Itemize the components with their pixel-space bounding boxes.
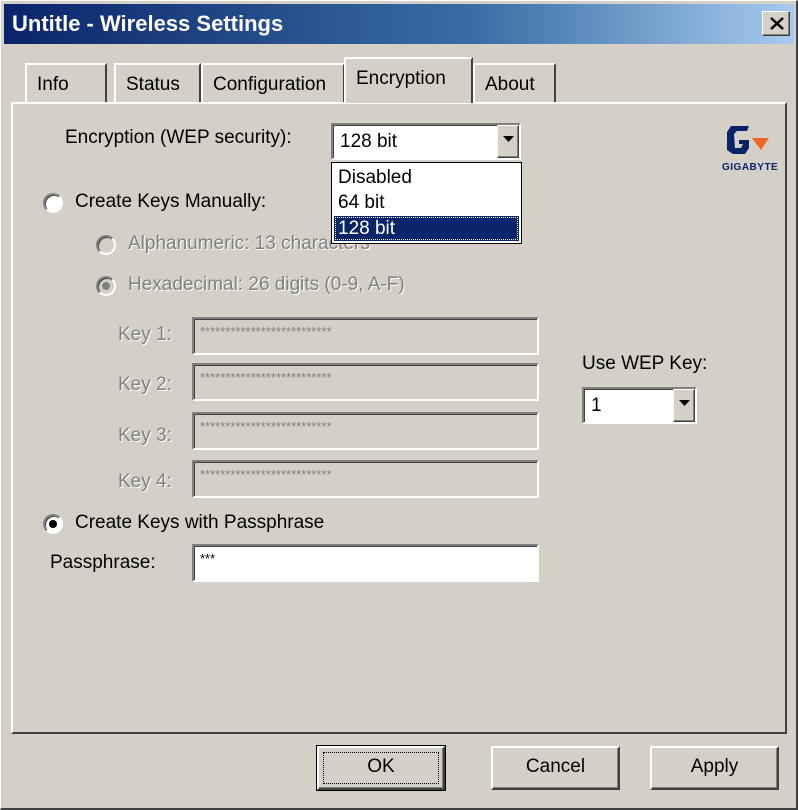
window-title: Untitle - Wireless Settings (12, 11, 284, 36)
close-button[interactable] (762, 11, 790, 36)
option-128-bit[interactable]: 128 bit (334, 216, 519, 241)
tab-status-label: Status (126, 74, 180, 95)
encryption-options-list: Disabled 64 bit 128 bit (331, 162, 522, 244)
wireless-settings-window: Untitle - Wireless Settings Info Status … (0, 0, 798, 810)
tab-info[interactable]: Info (25, 63, 107, 103)
title-bar[interactable]: Untitle - Wireless Settings (4, 4, 794, 44)
ok-button[interactable]: OK (316, 745, 446, 791)
option-disabled[interactable]: Disabled (334, 165, 519, 190)
close-icon (770, 17, 784, 30)
cancel-button[interactable]: Cancel (491, 746, 620, 790)
tab-encryption[interactable]: Encryption (344, 57, 473, 103)
tab-about[interactable]: About (473, 63, 556, 103)
cancel-button-label: Cancel (525, 756, 586, 777)
apply-button-label: Apply (690, 756, 739, 777)
tab-configuration-label: Configuration (213, 74, 327, 95)
option-64-bit[interactable]: 64 bit (334, 190, 519, 215)
tab-configuration[interactable]: Configuration (201, 63, 345, 103)
tab-about-label: About (485, 74, 535, 95)
apply-button[interactable]: Apply (650, 746, 779, 790)
ok-button-label: OK (367, 756, 395, 777)
tab-status[interactable]: Status (114, 63, 201, 103)
tab-encryption-label: Encryption (356, 68, 446, 89)
tab-info-label: Info (37, 74, 69, 95)
